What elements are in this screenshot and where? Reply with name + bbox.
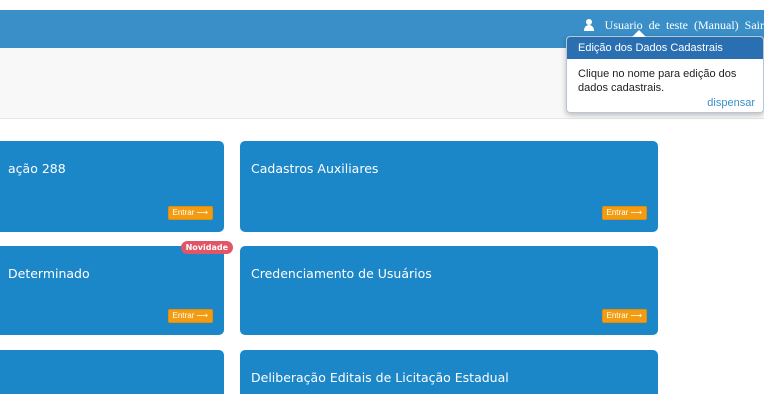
card-title: Determinado xyxy=(8,266,90,281)
enter-button[interactable]: Entrar ⟶ xyxy=(167,206,213,220)
enter-button[interactable]: Entrar ⟶ xyxy=(601,309,647,323)
enter-button[interactable]: Entrar ⟶ xyxy=(167,309,213,323)
user-name-word[interactable]: de xyxy=(649,18,660,33)
module-card[interactable]: Cadastros Auxiliares Entrar ⟶ xyxy=(240,141,658,232)
enter-button[interactable]: Entrar ⟶ xyxy=(601,206,647,220)
user-name-word[interactable]: teste xyxy=(666,18,688,33)
module-card[interactable]: ação 288 Entrar ⟶ xyxy=(0,141,224,232)
card-title: ação 288 xyxy=(8,161,66,176)
dismiss-link[interactable]: dispensar xyxy=(707,97,755,109)
module-card[interactable]: Credenciamento de Usuários Entrar ⟶ xyxy=(240,246,658,335)
user-name-word[interactable]: (Manual) xyxy=(694,18,739,33)
new-badge: Novidade xyxy=(180,241,233,254)
module-card[interactable]: Deliberação Editais de Licitação Estadua… xyxy=(240,350,658,394)
module-card[interactable] xyxy=(0,350,224,394)
popover-body: Clique no nome para edição dos dados cad… xyxy=(578,68,737,94)
user-icon xyxy=(583,19,595,31)
card-title: Cadastros Auxiliares xyxy=(251,161,379,176)
popover-arrow xyxy=(632,30,646,37)
profile-edit-popover: Edição dos Dados Cadastrais Clique no no… xyxy=(566,30,764,113)
card-title: Credenciamento de Usuários xyxy=(251,266,432,281)
popover-title: Edição dos Dados Cadastrais xyxy=(567,37,763,59)
card-title: Deliberação Editais de Licitação Estadua… xyxy=(251,370,509,385)
logout-link[interactable]: Sair xyxy=(745,18,764,33)
module-card[interactable]: Determinado Entrar ⟶ Novidade xyxy=(0,241,233,335)
